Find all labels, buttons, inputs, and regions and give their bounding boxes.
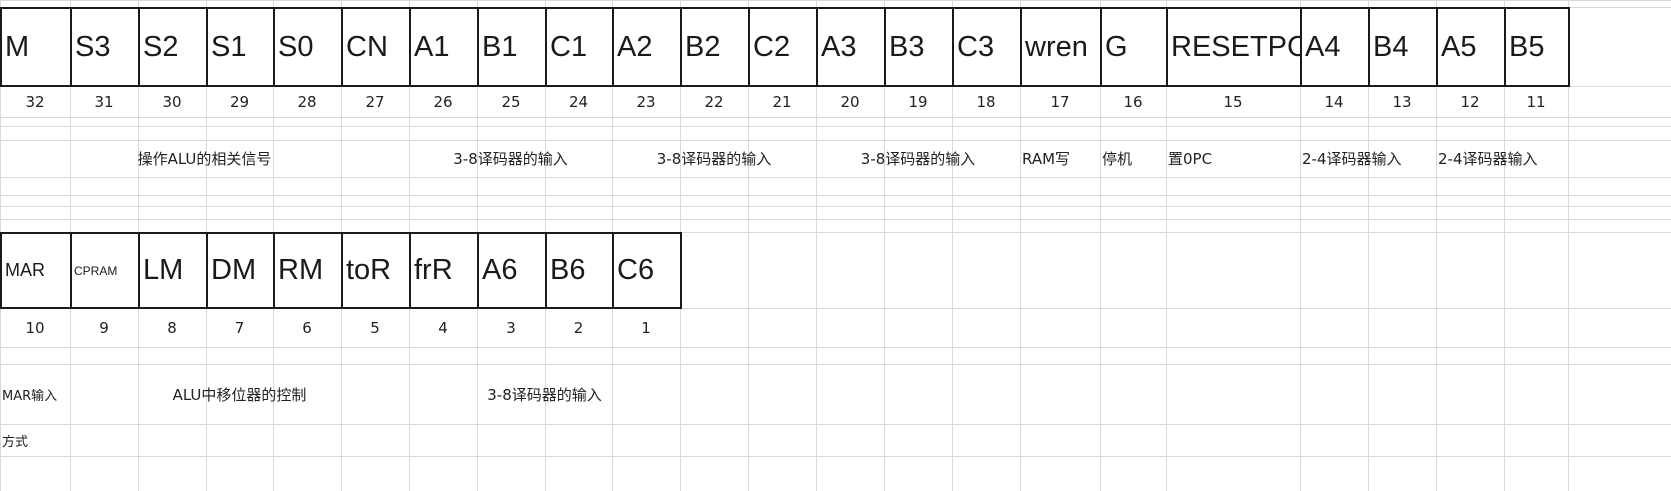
- bit-number-cell: 4: [438, 319, 448, 337]
- signal-description-cell: RAM写: [1022, 150, 1071, 168]
- signal-header-cell[interactable]: A4: [1300, 7, 1370, 87]
- signal-description-cell: ALU中移位器的控制: [172, 385, 307, 404]
- signal-description-cell: MAR输入: [2, 388, 58, 404]
- bit-number-cell: 1: [641, 319, 651, 337]
- signal-header-cell[interactable]: B5: [1504, 7, 1570, 87]
- signal-header-cell[interactable]: S0: [273, 7, 343, 87]
- signal-header-cell[interactable]: S3: [70, 7, 140, 87]
- signal-header-cell[interactable]: A6: [477, 232, 547, 309]
- spreadsheet-grid[interactable]: M S3 S2 S1 S0 CN A1 B1 C1 A2 B2 C2 A3 B3 C3 wren G RESETP…: [0, 0, 1671, 491]
- signal-header-cell[interactable]: A2: [612, 7, 682, 87]
- signal-description-cell: 方式: [2, 434, 29, 450]
- signal-description-cell: 3-8译码器的输入: [656, 150, 772, 168]
- signal-header-cell[interactable]: MAR: [0, 232, 72, 309]
- bit-number-cell: 15: [1223, 93, 1243, 111]
- signal-header-cell[interactable]: A3: [816, 7, 886, 87]
- signal-description-cell: 3-8译码器的输入: [860, 150, 976, 168]
- bit-number-cell: 10: [25, 319, 45, 337]
- bit-number-cell: 22: [704, 93, 724, 111]
- signal-header-cell[interactable]: C1: [545, 7, 614, 87]
- signal-header-cell[interactable]: frR: [409, 232, 479, 309]
- bit-number-cell: 19: [908, 93, 928, 111]
- signal-header-cell[interactable]: B2: [680, 7, 750, 87]
- signal-description-cell: 2-4译码器输入: [1302, 150, 1402, 168]
- signal-header-cell[interactable]: RM: [273, 232, 343, 309]
- signal-description-cell: 3-8译码器的输入: [487, 385, 602, 404]
- signal-header-cell[interactable]: DM: [206, 232, 275, 309]
- bit-number-cell: 16: [1123, 93, 1143, 111]
- bit-number-cell: 12: [1460, 93, 1480, 111]
- bit-number-cell: 29: [229, 93, 250, 111]
- bit-number-cell: 5: [370, 319, 380, 337]
- signal-header-cell[interactable]: CPRAM: [70, 232, 140, 309]
- bit-number-cell: 32: [25, 93, 45, 111]
- signal-description-cell: 置0PC: [1168, 150, 1213, 168]
- bit-number-cell: 28: [297, 93, 317, 111]
- bit-number-cell: 26: [433, 93, 453, 111]
- signal-header-cell[interactable]: CN: [341, 7, 411, 87]
- bit-number-cell: 13: [1392, 93, 1412, 111]
- bit-number-cell: 6: [302, 319, 312, 337]
- signal-header-cell[interactable]: C3: [952, 7, 1022, 87]
- signal-header-cell[interactable]: wren: [1020, 7, 1102, 87]
- bit-number-cell: 23: [636, 93, 656, 111]
- bit-number-cell: 3: [506, 319, 516, 337]
- bit-number-cell: 25: [501, 93, 521, 111]
- signal-header-cell[interactable]: B3: [884, 7, 954, 87]
- signal-description-cell: 3-8译码器的输入: [453, 150, 568, 168]
- bit-number-cell: 20: [840, 93, 860, 111]
- signal-header-cell[interactable]: B6: [545, 232, 614, 309]
- signal-description-cell: 操作ALU的相关信号: [137, 150, 272, 168]
- bit-number-cell: 7: [234, 319, 245, 337]
- bit-number-cell: 17: [1050, 93, 1070, 111]
- bit-number-cell: 30: [162, 93, 182, 111]
- signal-description-cell: 停机: [1102, 150, 1133, 168]
- signal-header-cell[interactable]: LM: [138, 232, 208, 309]
- signal-header-cell[interactable]: S1: [206, 7, 275, 87]
- bit-number-cell: 9: [99, 319, 109, 337]
- bit-number-cell: 27: [365, 93, 385, 111]
- bit-number-cell: 21: [772, 93, 792, 111]
- bit-number-cell: 2: [573, 319, 584, 337]
- signal-header-cell[interactable]: C2: [748, 7, 818, 87]
- signal-header-cell[interactable]: G: [1100, 7, 1168, 87]
- signal-header-cell[interactable]: B1: [477, 7, 547, 87]
- signal-header-cell[interactable]: toR: [341, 232, 411, 309]
- bit-number-cell: 31: [94, 93, 114, 111]
- signal-header-cell[interactable]: M: [0, 7, 72, 87]
- signal-header-cell[interactable]: C6: [612, 232, 682, 309]
- signal-header-cell[interactable]: B4: [1368, 7, 1438, 87]
- bit-number-cell: 11: [1526, 93, 1546, 111]
- signal-header-cell[interactable]: A1: [409, 7, 479, 87]
- bit-number-cell: 18: [976, 93, 996, 111]
- signal-header-cell[interactable]: S2: [138, 7, 208, 87]
- signal-header-cell[interactable]: RESETPC: [1166, 7, 1302, 87]
- signal-description-cell: 2-4译码器输入: [1438, 150, 1538, 168]
- bit-number-cell: 14: [1324, 93, 1344, 111]
- bit-number-cell: 8: [167, 319, 177, 337]
- signal-header-cell[interactable]: A5: [1436, 7, 1506, 87]
- bit-number-cell: 24: [568, 93, 589, 111]
